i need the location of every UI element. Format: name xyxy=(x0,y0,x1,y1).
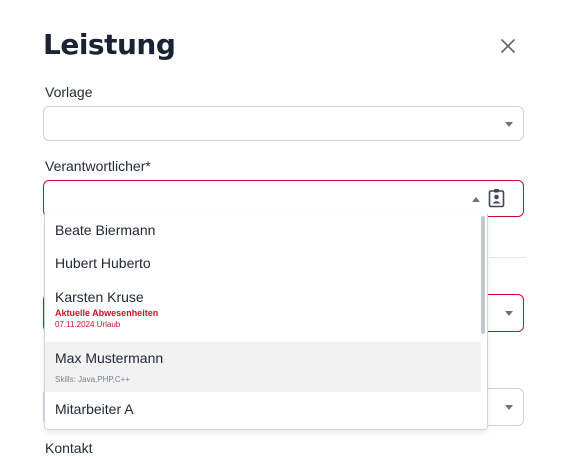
option-name: Max Mustermann xyxy=(55,350,164,366)
option-skills: Skills: Java,PHP,C++ xyxy=(55,375,130,384)
option-name: Hubert Huberto xyxy=(55,255,151,271)
list-item[interactable]: Mitarbeiter A xyxy=(45,401,481,429)
chevron-down-icon xyxy=(505,311,513,316)
list-item[interactable]: Hubert Huberto xyxy=(45,255,481,285)
list-item[interactable]: Beate Biermann xyxy=(45,222,481,252)
vorlage-select[interactable] xyxy=(43,106,524,141)
list-item-highlighted[interactable]: Max Mustermann Skills: Java,PHP,C++ xyxy=(45,342,481,392)
option-name: Mitarbeiter A xyxy=(55,401,134,417)
verantwortlicher-label-text: Verantwortlicher xyxy=(45,158,146,174)
required-mark: * xyxy=(145,158,151,174)
verantwortlicher-select[interactable] xyxy=(43,180,524,217)
option-name: Karsten Kruse xyxy=(55,289,144,305)
vorlage-label: Vorlage xyxy=(45,84,93,100)
section-divider xyxy=(489,257,526,258)
close-icon[interactable] xyxy=(497,35,519,57)
verantwortlicher-dropdown: Beate Biermann Hubert Huberto Karsten Kr… xyxy=(44,214,488,430)
list-item[interactable]: Karsten Kruse Aktuelle Abwesenheiten 07.… xyxy=(45,289,481,339)
contact-card-icon[interactable] xyxy=(488,188,505,208)
kontakt-label: Kontakt xyxy=(45,440,93,456)
option-name: Beate Biermann xyxy=(55,222,156,238)
dropdown-scrollbar[interactable] xyxy=(481,216,485,334)
dialog-title: Leistung xyxy=(43,28,176,61)
chevron-down-icon xyxy=(505,405,513,410)
absence-detail: 07.11.2024 Urlaub xyxy=(55,320,121,329)
absence-title: Aktuelle Abwesenheiten xyxy=(55,308,159,318)
chevron-up-icon xyxy=(472,197,480,202)
chevron-down-icon xyxy=(505,122,513,127)
verantwortlicher-label: Verantwortlicher* xyxy=(45,158,151,174)
